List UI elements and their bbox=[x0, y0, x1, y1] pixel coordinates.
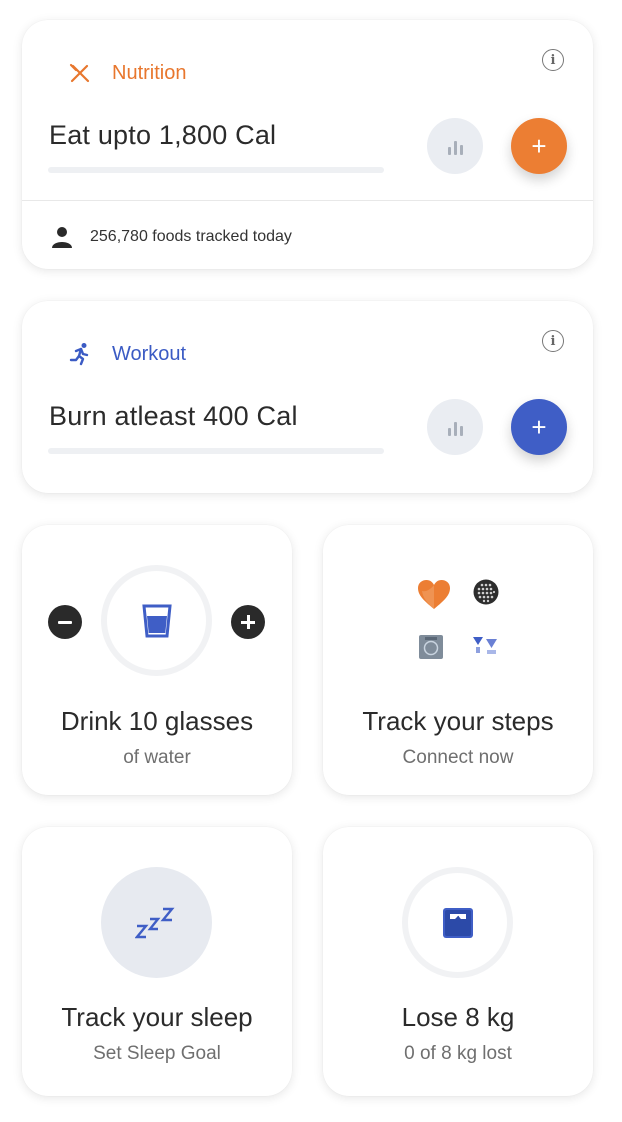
info-icon[interactable]: i bbox=[542, 330, 564, 352]
glass-icon bbox=[142, 604, 172, 638]
zzz-icon bbox=[134, 907, 175, 938]
sleep-icon-bg bbox=[101, 867, 212, 978]
weight-card[interactable]: Lose 8 kg 0 of 8 kg lost bbox=[323, 827, 593, 1096]
bar-chart-icon bbox=[447, 428, 451, 436]
nutrition-card[interactable]: Nutrition i Eat upto 1,800 Cal + 256,780… bbox=[22, 20, 593, 269]
divider bbox=[22, 200, 593, 201]
water-card[interactable]: Drink 10 glasses of water bbox=[22, 525, 292, 795]
samsung-health-icon bbox=[419, 635, 443, 659]
sleep-card[interactable]: Track your sleep Set Sleep Goal bbox=[22, 827, 292, 1096]
running-icon bbox=[69, 343, 89, 366]
workout-title: Workout bbox=[112, 342, 187, 365]
workout-card[interactable]: Workout i Burn atleast 400 Cal + bbox=[22, 301, 593, 493]
water-minus-button[interactable] bbox=[48, 605, 82, 639]
nutrition-add-button[interactable]: + bbox=[511, 118, 567, 174]
sleep-label: Track your sleep bbox=[61, 1002, 253, 1032]
google-fit-icon bbox=[473, 637, 497, 654]
workout-add-button[interactable]: + bbox=[511, 399, 567, 455]
plus-icon bbox=[241, 615, 255, 629]
weight-sublabel: 0 of 8 kg lost bbox=[404, 1043, 512, 1064]
weighing-scale-icon bbox=[443, 908, 473, 938]
plus-icon: + bbox=[531, 130, 547, 161]
info-icon[interactable]: i bbox=[542, 49, 564, 71]
nutrition-progress-bar bbox=[48, 167, 384, 173]
minus-icon bbox=[58, 620, 72, 624]
health-heart-icon bbox=[418, 580, 450, 609]
steps-sublabel[interactable]: Connect now bbox=[323, 747, 593, 769]
nutrition-header: Nutrition bbox=[69, 59, 187, 87]
sleep-sublabel[interactable]: Set Sleep Goal bbox=[22, 1043, 292, 1065]
steps-card[interactable]: Track your steps Connect now bbox=[323, 525, 593, 795]
fork-knife-icon bbox=[69, 63, 90, 83]
workout-stats-button[interactable] bbox=[427, 399, 483, 455]
foods-tracked-row: 256,780 foods tracked today bbox=[50, 225, 292, 249]
workout-header: Workout bbox=[69, 340, 187, 368]
water-label: Drink 10 glasses bbox=[60, 706, 254, 736]
nutrition-title: Nutrition bbox=[112, 61, 187, 84]
bar-chart-icon bbox=[447, 147, 451, 155]
nutrition-stats-button[interactable] bbox=[427, 118, 483, 174]
steps-label: Track your steps bbox=[362, 706, 554, 736]
workout-goal: Burn atleast 400 Cal bbox=[49, 401, 298, 431]
foods-tracked-text: 256,780 foods tracked today bbox=[90, 228, 292, 245]
water-sublabel: of water bbox=[123, 747, 191, 768]
water-plus-button[interactable] bbox=[231, 605, 265, 639]
weight-label: Lose 8 kg bbox=[401, 1002, 515, 1032]
plus-icon: + bbox=[531, 411, 547, 442]
fitbit-icon bbox=[473, 579, 499, 605]
person-icon bbox=[52, 227, 72, 248]
workout-progress-bar bbox=[48, 448, 384, 454]
nutrition-goal: Eat upto 1,800 Cal bbox=[49, 120, 277, 150]
